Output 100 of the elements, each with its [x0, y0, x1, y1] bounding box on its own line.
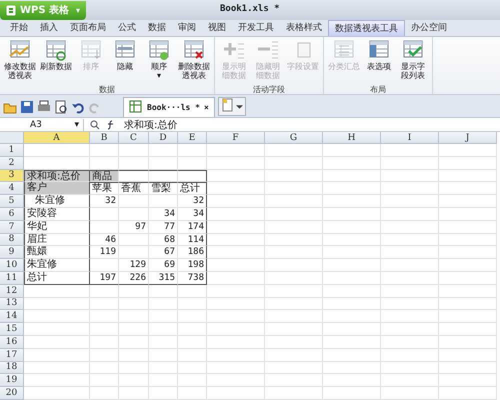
close-tab-button[interactable]: × — [204, 103, 209, 112]
table-cell: 苹果 — [90, 182, 119, 196]
row-header[interactable]: 11 — [0, 272, 24, 285]
table-cell — [178, 362, 207, 374]
table-cell — [439, 362, 497, 374]
save-icon[interactable] — [20, 100, 34, 114]
row-header[interactable]: 9 — [0, 246, 24, 260]
ribbon-button[interactable]: 修改数据 透视表 — [2, 37, 38, 84]
row-header[interactable]: 8 — [0, 234, 24, 246]
table-cell — [119, 144, 149, 157]
ribbon-button[interactable]: 隐藏 — [108, 37, 142, 84]
table-cell: 32 — [178, 195, 207, 208]
row-header[interactable]: 5 — [0, 195, 24, 208]
table-cell — [439, 259, 497, 272]
ribbon-tab[interactable]: 视图 — [202, 20, 232, 36]
column-header[interactable]: I — [381, 132, 439, 144]
table-cell — [119, 374, 149, 388]
table-cell — [207, 298, 265, 310]
row-header[interactable]: 4 — [0, 182, 24, 196]
function-icon[interactable] — [106, 120, 116, 130]
row-header[interactable]: 10 — [0, 259, 24, 272]
table-cell — [381, 348, 439, 362]
row-header[interactable]: 2 — [0, 156, 24, 170]
ribbon-button[interactable]: 刷新数据 — [38, 37, 74, 84]
ribbon-button[interactable]: 显示字 段列表 — [396, 37, 430, 84]
column-header[interactable]: E — [178, 132, 207, 144]
row-header[interactable]: 16 — [0, 336, 24, 349]
table-cell: 商品 — [90, 170, 119, 182]
column-header[interactable]: G — [265, 132, 323, 144]
table-cell — [207, 144, 265, 157]
ribbon-tab[interactable]: 开发工具 — [232, 20, 280, 36]
table-cell — [265, 156, 323, 170]
row-header[interactable]: 12 — [0, 284, 24, 298]
table-cell — [323, 170, 381, 182]
table-cell — [323, 144, 381, 157]
name-box[interactable]: A3 ▾ — [0, 118, 84, 130]
table-cell — [149, 310, 178, 324]
row-header[interactable]: 18 — [0, 362, 24, 374]
logo-icon — [6, 4, 16, 16]
table-cell — [323, 246, 381, 260]
row-header[interactable]: 7 — [0, 220, 24, 234]
row-header[interactable]: 17 — [0, 348, 24, 362]
table-cell — [119, 298, 149, 310]
column-header[interactable]: D — [149, 132, 178, 144]
table-cell — [265, 208, 323, 221]
minus-list-icon — [255, 39, 281, 61]
row-header[interactable]: 1 — [0, 144, 24, 157]
table-cell — [207, 182, 265, 196]
formula-text: 求和项:总价 — [124, 118, 178, 132]
table-cell — [90, 144, 119, 157]
table-cell — [381, 310, 439, 324]
ribbon-button[interactable]: 表选项 — [362, 37, 396, 84]
ribbon-tab[interactable]: 公式 — [112, 20, 142, 36]
print-preview-icon[interactable] — [54, 100, 68, 114]
ribbon-tab[interactable]: 开始 — [4, 20, 34, 36]
table-cell — [149, 298, 178, 310]
column-header[interactable]: J — [439, 132, 497, 144]
table-cell — [24, 348, 90, 362]
row-header[interactable]: 19 — [0, 374, 24, 388]
ribbon-button[interactable]: 删除数据 透视表 — [176, 37, 212, 84]
table-cell — [323, 374, 381, 388]
table-cell — [24, 362, 90, 374]
table-cell — [207, 195, 265, 208]
column-header[interactable]: H — [323, 132, 381, 144]
ribbon-tab[interactable]: 页面布局 — [64, 20, 112, 36]
table-cell: 315 — [149, 272, 178, 285]
row-header[interactable]: 6 — [0, 208, 24, 221]
row-header[interactable]: 20 — [0, 387, 24, 400]
row-header[interactable]: 3 — [0, 170, 24, 182]
new-document-button[interactable] — [218, 97, 246, 116]
table-cell — [207, 272, 265, 285]
printer-icon[interactable] — [37, 100, 51, 114]
column-header[interactable]: B — [90, 132, 119, 144]
ribbon-tab[interactable]: 插入 — [34, 20, 64, 36]
ribbon-tab[interactable]: 数据透视表工具 — [328, 20, 405, 36]
table-cell — [323, 259, 381, 272]
table-cell — [149, 195, 178, 208]
table-cell — [439, 323, 497, 336]
magnifier-icon[interactable] — [90, 120, 100, 130]
table-cell — [265, 362, 323, 374]
table-cell — [439, 144, 497, 157]
ribbon-tab[interactable]: 办公空间 — [405, 20, 453, 36]
table-cell — [323, 156, 381, 170]
ribbon-tab[interactable]: 审阅 — [172, 20, 202, 36]
column-header[interactable]: C — [119, 132, 149, 144]
column-header[interactable]: A — [24, 132, 90, 144]
table-cell — [265, 272, 323, 285]
document-tab[interactable]: Book···ls * × — [123, 97, 215, 117]
table-cell — [265, 336, 323, 349]
row-header[interactable]: 15 — [0, 323, 24, 336]
table-cell — [323, 195, 381, 208]
table-cell — [439, 336, 497, 349]
column-header[interactable]: F — [207, 132, 265, 144]
row-header[interactable]: 14 — [0, 310, 24, 324]
ribbon-tab[interactable]: 表格样式 — [280, 20, 328, 36]
row-header[interactable]: 13 — [0, 298, 24, 310]
ribbon-tab[interactable]: 数据 — [142, 20, 172, 36]
table-cell — [265, 234, 323, 246]
table-cell: 186 — [178, 246, 207, 260]
ribbon-button[interactable]: 顺序 ▾ — [142, 37, 176, 84]
